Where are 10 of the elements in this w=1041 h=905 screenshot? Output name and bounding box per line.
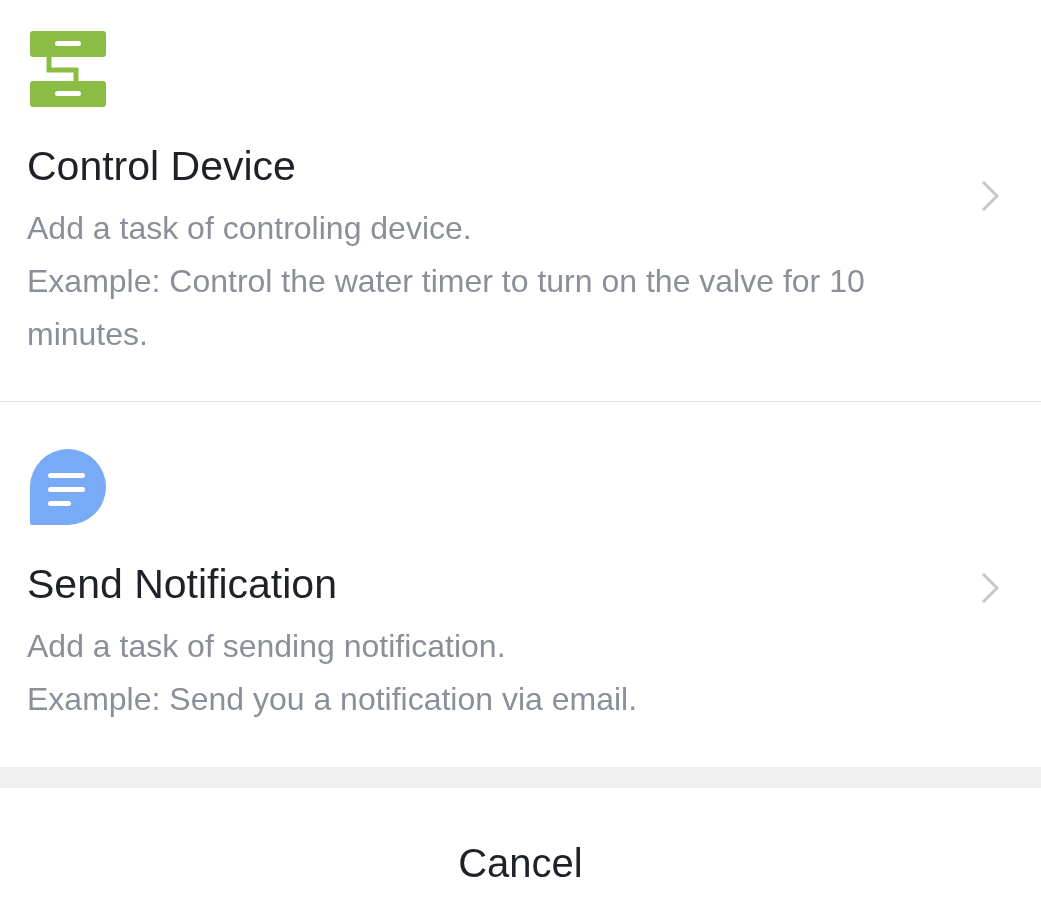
- option-description: Example: Control the water timer to turn on the valve for 10 minutes.: [27, 262, 866, 354]
- option-description: Example: Send you a notification via email.: [27, 680, 638, 719]
- flowchart-icon: [30, 31, 106, 107]
- chevron-right-icon: [980, 180, 1000, 212]
- option-description: Add a task of controling device.: [27, 209, 473, 248]
- chat-bubble-icon: [30, 449, 106, 525]
- option-title: Send Notification: [27, 560, 337, 609]
- option-title: Control Device: [27, 142, 296, 191]
- chevron-right-icon: [980, 571, 1000, 604]
- option-description: Add a task of sending notification.: [27, 627, 507, 666]
